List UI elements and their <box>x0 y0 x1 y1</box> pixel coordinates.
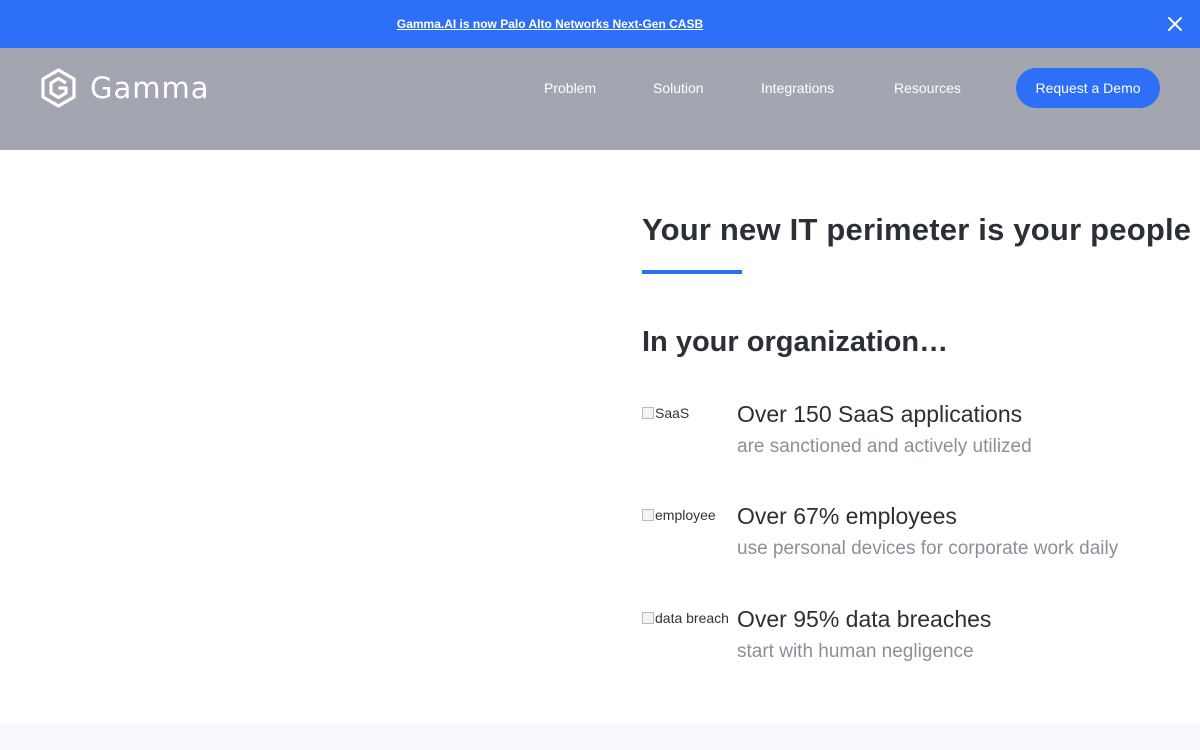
stat-item-employee: employee Over 67% employees use personal… <box>642 503 1182 573</box>
stat-description: use personal devices for corporate work … <box>737 538 1119 559</box>
stat-title: Over 150 SaaS applications <box>737 401 1023 427</box>
saas-image: SaaS <box>642 405 689 421</box>
nav-link-resources[interactable]: Resources <box>894 78 961 98</box>
announcement-bar: Gamma.AI is now Palo Alto Networks Next-… <box>0 0 1200 48</box>
stat-description: start with human negligence <box>737 641 974 662</box>
announcement-link[interactable]: Gamma.AI is now Palo Alto Networks Next-… <box>0 0 1100 48</box>
title-underline <box>642 270 742 274</box>
nav-link-solution[interactable]: Solution <box>653 78 704 98</box>
employee-image-alt: employee <box>655 507 716 523</box>
organization-subheading: In your organization… <box>642 326 949 358</box>
nav-link-integrations[interactable]: Integrations <box>761 78 834 98</box>
gamma-logo[interactable]: Gamma <box>40 68 210 108</box>
stat-title: Over 95% data breaches <box>737 606 992 632</box>
stat-item-saas: SaaS Over 150 SaaS applications are sanc… <box>642 401 1182 471</box>
data-breach-image-alt: data breach <box>655 610 729 626</box>
saas-image-alt: SaaS <box>655 405 690 421</box>
next-section-strip <box>0 724 1200 750</box>
stat-description: are sanctioned and actively utilized <box>737 436 1032 457</box>
hero-title: Your new IT perimeter is your people <box>642 212 1192 247</box>
nav-link-problem[interactable]: Problem <box>544 78 596 98</box>
logo-text: Gamma <box>90 71 210 105</box>
employee-image: employee <box>642 507 716 523</box>
main-navbar: Gamma Problem Solution Integrations Reso… <box>0 48 1200 150</box>
stat-title: Over 67% employees <box>737 503 957 529</box>
stat-item-data-breach: data breach Over 95% data breaches start… <box>642 606 1182 676</box>
close-icon[interactable] <box>1162 11 1188 37</box>
request-demo-button[interactable]: Request a Demo <box>1016 68 1160 108</box>
gamma-logo-icon <box>40 68 77 108</box>
data-breach-image: data breach <box>642 610 729 626</box>
